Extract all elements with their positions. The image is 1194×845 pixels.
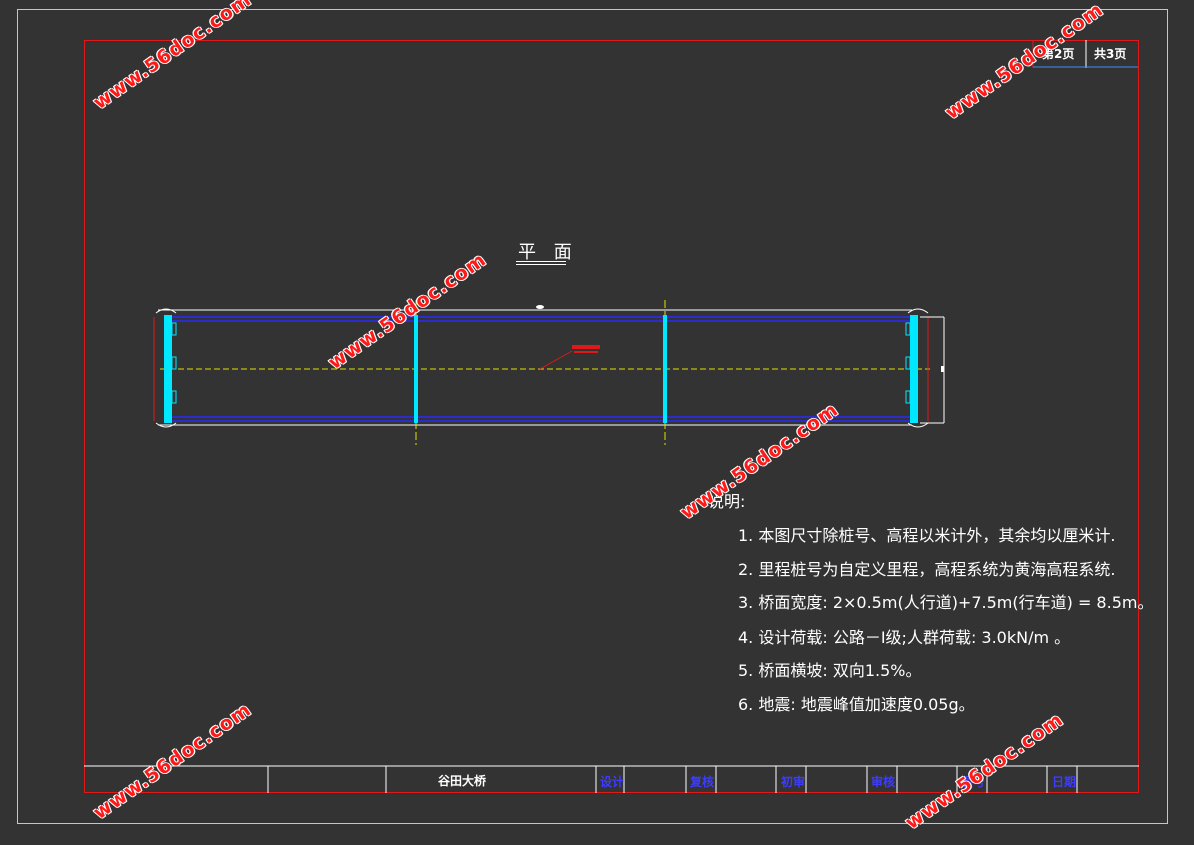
note-item: 4. 设计荷载: 公路－Ⅰ级;人群荷载: 3.0kN/m 。 — [738, 628, 1071, 647]
right-abutment — [905, 308, 945, 428]
pier-1 — [414, 315, 418, 423]
plan-title-underline — [516, 261, 566, 262]
approval-label: 审核 — [871, 775, 896, 789]
pier-2 — [663, 315, 667, 423]
note-item: 6. 地震: 地震峰值加速度0.05g。 — [738, 695, 975, 714]
note-item: 5. 桥面横坡: 双向1.5%。 — [738, 661, 922, 680]
annotation-leader — [539, 350, 573, 370]
station-marker — [536, 305, 544, 309]
review-label: 复核 — [690, 775, 715, 789]
left-abutment — [153, 308, 177, 428]
project-name: 谷田大桥 — [438, 774, 487, 788]
note-item: 1. 本图尺寸除桩号、高程以米计外，其余均以厘米计. — [738, 526, 1116, 545]
plan-title-underline — [516, 264, 566, 265]
note-item: 2. 里程桩号为自定义里程，高程系统为黄海高程系统. — [738, 560, 1116, 579]
page-total: 共3页 — [1094, 47, 1127, 61]
preliminary-check-label: 初审 — [781, 775, 806, 789]
annotation-label — [574, 351, 598, 353]
date-label: 日期 — [1052, 775, 1077, 789]
bridge-plan-drawing — [153, 300, 945, 445]
annotation-label — [572, 345, 600, 349]
design-label: 设计 — [600, 775, 625, 789]
note-item: 3. 桥面宽度: 2×0.5m(人行道)+7.5m(行车道) = 8.5m。 — [738, 593, 1154, 612]
deck-outline — [158, 309, 912, 426]
